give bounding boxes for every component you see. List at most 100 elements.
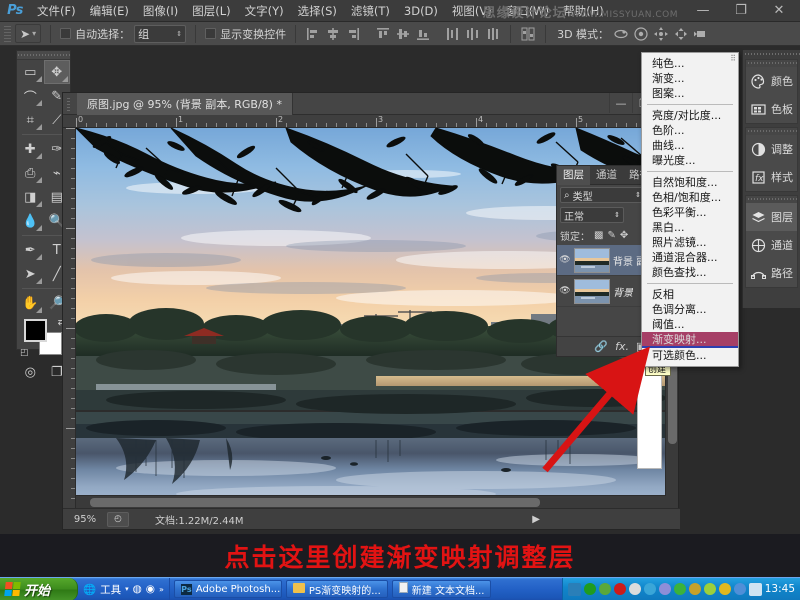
align-vertical-centers-icon[interactable] [395,26,411,42]
layer-thumbnail[interactable] [574,279,610,304]
eraser-tool[interactable]: ◨ [17,185,44,209]
dock-item-channels[interactable]: 通道 [746,231,797,259]
adjustment-menu-item[interactable]: 色彩平衡... [642,205,738,220]
menu-file[interactable]: 文件(F) [30,0,83,22]
current-tool-preset[interactable]: ➤ ▾ [15,24,41,43]
crop-tool[interactable]: ⌗ [17,108,44,132]
quick-launch-more[interactable]: » [159,585,164,594]
distribute-top-icon[interactable] [445,26,461,42]
adjustment-menu-item[interactable]: 反相 [642,287,738,302]
blend-mode-dropdown[interactable]: 正常 ⇕ [560,207,624,223]
status-menu-arrow-icon[interactable]: ▶ [532,514,540,525]
adjustment-menu-item[interactable]: 图案... [642,86,738,101]
adjustment-menu-item[interactable]: 色阶... [642,123,738,138]
menu-type[interactable]: 文字(Y) [238,0,291,22]
adjustment-menu-item[interactable]: 可选颜色... [642,348,738,363]
adjustment-menu-item[interactable]: 色相/饱和度... [642,190,738,205]
adjustment-menu-item[interactable]: 渐变映射... [642,332,738,348]
taskbar-button[interactable]: PsAdobe Photosh... [174,580,282,598]
lock-position-icon[interactable]: ✥ [620,230,628,241]
align-right-edges-icon[interactable] [345,26,361,42]
align-left-edges-icon[interactable] [305,26,321,42]
adjustment-menu-item[interactable]: 阈值... [642,317,738,332]
fx-icon[interactable]: fx. [615,340,629,353]
pan-3d-icon[interactable] [653,26,669,42]
layers-panel-tab-1[interactable]: 通道 [590,166,623,185]
globe-icon[interactable]: ◉ [146,583,155,595]
adjustment-menu-item[interactable]: 纯色... [642,56,738,71]
adjustment-menu-item[interactable]: 曲线... [642,138,738,153]
chevron-down-icon[interactable]: ▾ [125,585,129,593]
adjustment-menu-item[interactable]: 通道混合器... [642,250,738,265]
auto-select-dropdown[interactable]: 组 ⇕ [134,25,186,43]
clock[interactable]: 13:45 [765,583,795,595]
menu-filter[interactable]: 滤镜(T) [344,0,397,22]
show-transform-checkbox[interactable] [205,28,216,39]
dock-item-swatches[interactable]: 色板 [746,95,797,123]
layer-visibility-icon[interactable]: 👁 [559,255,571,265]
adjustment-menu-item[interactable]: 自然饱和度... [642,175,738,190]
tray-icon-3[interactable] [599,583,611,595]
tray-icon-2[interactable] [584,583,596,595]
menu-select[interactable]: 选择(S) [291,0,344,22]
tray-icon-8[interactable] [674,583,686,595]
vertical-ruler[interactable] [63,128,76,508]
menu-3d[interactable]: 3D(D) [397,0,445,22]
tray-icon-10[interactable] [704,583,716,595]
dock-group-grip[interactable] [746,60,797,67]
document-tab[interactable]: 原图.jpg @ 95% (背景 副本, RGB/8) * [77,93,293,115]
hand-tool[interactable]: ✋ [17,291,44,315]
auto-align-layers-icon[interactable] [520,26,536,42]
canvas-horizontal-scrollbar[interactable] [76,495,666,508]
link-layers-icon[interactable]: 🔗 [594,340,608,353]
restore-button[interactable]: ❐ [722,0,760,20]
distribute-bottom-icon[interactable] [485,26,501,42]
tray-icon-5[interactable] [629,583,641,595]
start-button[interactable]: 开始 [0,578,78,600]
menu-edit[interactable]: 编辑(E) [83,0,136,22]
tray-icon-13[interactable] [749,583,762,596]
toolbox-grip[interactable] [17,51,70,60]
minimize-button[interactable]: — [684,0,722,20]
options-bar-grip[interactable] [4,25,11,43]
tray-icon-7[interactable] [659,583,671,595]
align-horizontal-centers-icon[interactable] [325,26,341,42]
adjustment-menu-item[interactable]: 曝光度... [642,153,738,168]
marquee-tool[interactable]: ▭ [17,60,44,84]
adjustment-menu-item[interactable]: 色调分离... [642,302,738,317]
status-preview-icon[interactable]: ◴ [107,512,129,527]
browser-icon[interactable]: 🌐 [83,583,96,596]
dock-grip[interactable] [743,50,800,59]
dock-group-grip[interactable] [746,128,797,135]
horizontal-ruler[interactable]: 012345 [63,115,680,128]
clone-stamp-tool[interactable]: ⎙ [17,161,44,185]
menu-layer[interactable]: 图层(L) [185,0,237,22]
pen-tool[interactable]: ✒ [17,238,44,262]
rotate-3d-icon[interactable] [613,26,629,42]
align-bottom-edges-icon[interactable] [415,26,431,42]
lasso-tool[interactable]: ⌒ [17,84,44,108]
taskbar-button[interactable]: 新建 文本文档... [392,580,492,598]
move-tool[interactable]: ✥ [44,60,71,84]
dock-item-layers[interactable]: 图层 [746,203,797,231]
tray-icon-11[interactable] [719,583,731,595]
swirl-icon[interactable]: ◍ [133,583,142,595]
quick-mask-icon[interactable]: ◎ [17,359,44,385]
tray-icon-9[interactable] [689,583,701,595]
adjustment-menu-item[interactable]: 渐变... [642,71,738,86]
layers-panel-tab-0[interactable]: 图层 [557,166,590,185]
adjustment-menu-item[interactable]: 亮度/对比度... [642,108,738,123]
foreground-color-swatch[interactable] [24,319,47,342]
slide-3d-icon[interactable] [673,26,689,42]
horizontal-scroll-thumb[interactable] [90,498,540,507]
dock-group-grip[interactable] [746,196,797,203]
default-colors-icon[interactable]: ◰ [20,348,29,358]
path-selection-tool[interactable]: ➤ [17,262,44,286]
lock-image-pixels-icon[interactable]: ✎ [607,230,615,241]
scale-3d-camera-icon[interactable] [693,26,709,42]
tray-icon-4[interactable] [614,583,626,595]
adjustment-menu-item[interactable]: 颜色查找... [642,265,738,280]
dock-item-styles[interactable]: fx样式 [746,163,797,191]
tray-icon-12[interactable] [734,583,746,595]
spot-healing-tool[interactable]: ✚ [17,137,44,161]
